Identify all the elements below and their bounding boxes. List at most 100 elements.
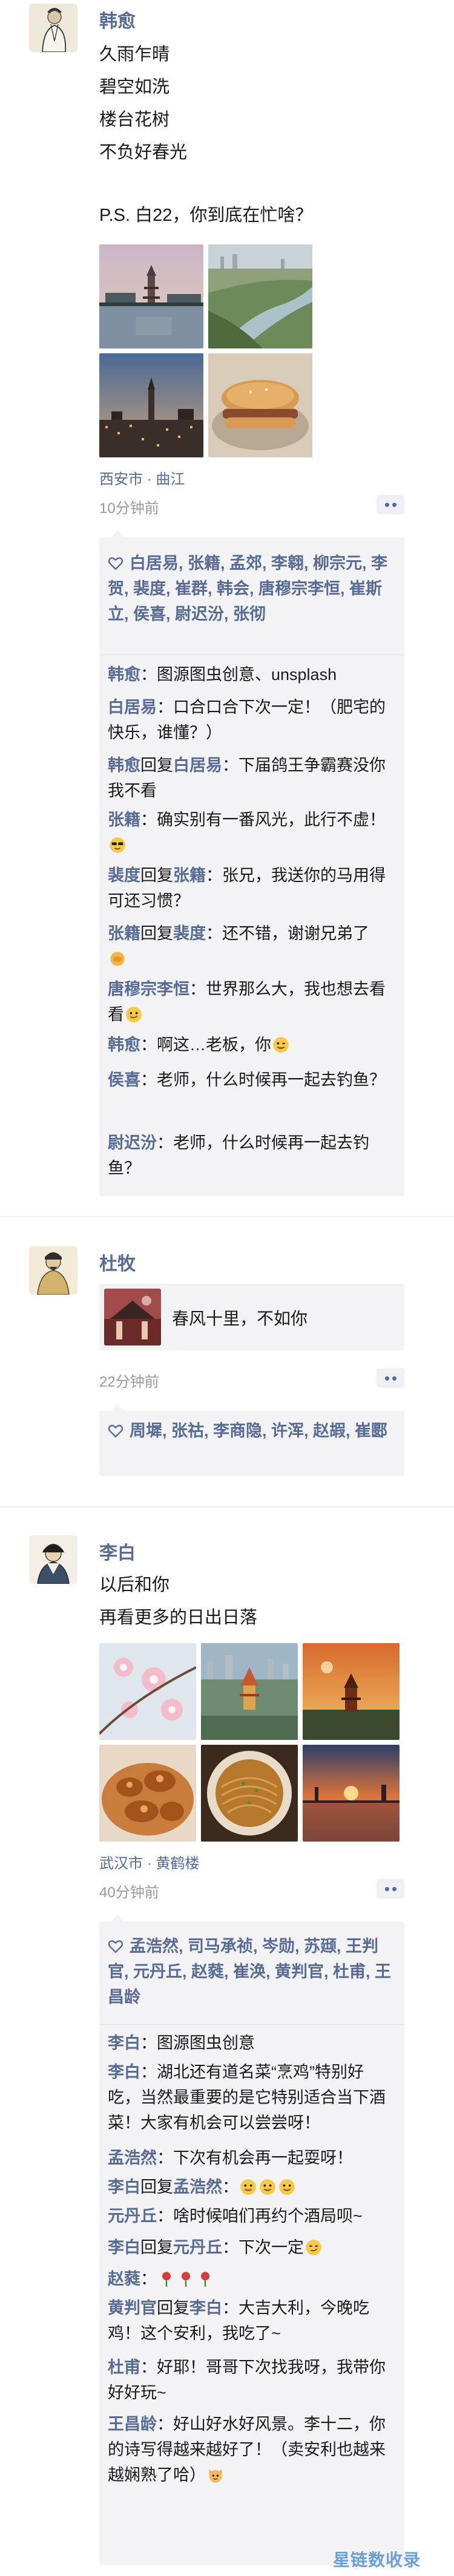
likes-list[interactable]: 周墀, 张祜, 李商隐, 许浑, 赵嘏, 崔郾 [108,1418,397,1443]
photo-river-aerial[interactable] [208,244,312,348]
post-text-line: 碧空如洗 [99,77,170,97]
location-link[interactable]: 武汉市 · 黄鹤楼 [99,1851,199,1872]
rose-icon [201,2272,209,2287]
comment-author[interactable]: 赵蕤 [108,2270,140,2288]
reply-target[interactable]: 孟浩然 [173,2178,222,2196]
post-text-line: 不负好春光 [99,143,188,162]
comment-item[interactable]: 白居易：口合口合下次一定！（肥宅的快乐，谁懂？） [108,695,396,745]
author-name[interactable]: 李白 [99,1541,136,1566]
comment-author[interactable]: 张籍 [108,811,140,829]
heart-icon [108,1940,123,1953]
interaction-panel: 周墀, 张祜, 李商隐, 许浑, 赵嘏, 崔郾 [99,1404,404,1476]
comment-author[interactable]: 李白 [108,2178,140,2196]
heart-icon [108,1425,123,1438]
comment-item[interactable]: 裴度回复张籍：张兄，我送你的马用得可还习惯？ [108,863,396,914]
likes-list[interactable]: 白居易, 张籍, 孟郊, 李翱, 柳宗元, 李贺, 裴度, 崔群, 韩会, 唐穆… [108,551,397,627]
more-actions-button[interactable] [377,1368,404,1388]
photo-tower-sunset[interactable] [303,1643,400,1740]
avatar[interactable] [29,1246,77,1295]
photo-cherry-blossom[interactable] [99,1643,196,1740]
comment-item[interactable]: 张籍回复裴度：还不错，谢谢兄弟了 [108,921,396,972]
comment-author[interactable]: 唐穆宗李恒 [108,980,189,998]
reply-target[interactable]: 裴度 [173,924,206,943]
comment-author[interactable]: 韩愈 [108,756,140,774]
comment-author[interactable]: 白居易 [108,698,157,716]
comment-text: ：图源图虫创意 [140,2034,255,2052]
rose-icon [162,2272,171,2287]
photo-hot-dry-noodles[interactable] [201,1745,298,1842]
likes-list[interactable]: 孟浩然, 司马承祯, 岑勋, 苏颋, 王判官, 元丹丘, 赵蕤, 崔涣, 黄判官… [108,1934,397,2010]
comment-item[interactable]: 李白：湖北还有道名菜“烹鸡”特别好吃，当然最重要的是它特别适合当下酒菜！大家有机… [108,2059,396,2136]
post-text-line: 再看更多的日出日落 [99,1608,258,1627]
photo-braised-chicken[interactable] [99,1745,196,1842]
comment-text: ：确实别有一番风光，此行不虚！ [140,811,386,829]
comment-item[interactable]: 韩愈：啊这…老板，你 [108,1032,396,1058]
comment-author[interactable]: 孟浩然 [108,2149,157,2167]
author-name[interactable]: 韩愈 [99,10,136,34]
photo-burger[interactable] [208,353,312,457]
interaction-panel: 白居易, 张籍, 孟郊, 李翱, 柳宗元, 李贺, 裴度, 崔群, 韩会, 唐穆… [99,530,404,1197]
likes-names[interactable]: 白居易, 张籍, 孟郊, 李翱, 柳宗元, 李贺, 裴度, 崔群, 韩会, 唐穆… [108,554,387,623]
photo-city-night[interactable] [99,353,203,457]
comment-text: ：图源图虫创意、unsplash [140,665,337,684]
comment-item[interactable]: 王昌龄：好山好水好风景。李十二，你的诗写得越来越好了！（卖安利也越来越娴熟了哈） [108,2411,396,2488]
comment-author[interactable]: 黄判官 [108,2299,157,2317]
reply-label: 回复 [140,756,173,774]
author-name[interactable]: 杜牧 [99,1252,136,1277]
comment-item[interactable]: 李白回复元丹丘：下次一定 [108,2235,396,2260]
comment-item[interactable]: 尉迟汾：老师，什么时候再一起去钓鱼？ [108,1130,396,1181]
likes-names[interactable]: 周墀, 张祜, 李商隐, 许浑, 赵嘏, 崔郾 [130,1422,387,1440]
reply-label: 回复 [140,2238,173,2257]
comment-text: ：老师，什么时候再一起去钓鱼？ [140,1071,386,1089]
comment-item[interactable]: 元丹丘：啥时候咱们再约个酒局呗~ [108,2203,396,2229]
heart-icon [108,557,123,570]
comment-text: ：湖北还有道名菜“烹鸡”特别好吃，当然最重要的是它特别适合当下酒菜！大家有机会可… [108,2063,386,2132]
comment-author[interactable]: 尉迟汾 [108,1134,157,1152]
more-actions-button[interactable] [377,1879,404,1898]
reply-label: 回复 [140,2178,173,2196]
reply-target[interactable]: 白居易 [173,756,222,774]
more-actions-button[interactable] [377,495,404,514]
likes-names[interactable]: 孟浩然, 司马承祯, 岑勋, 苏颋, 王判官, 元丹丘, 赵蕤, 崔涣, 黄判官… [108,1937,391,2006]
comment-item[interactable]: 韩愈：图源图虫创意、unsplash [108,662,396,687]
panel-divider [99,2024,404,2025]
reply-target[interactable]: 元丹丘 [173,2238,222,2257]
comment-author[interactable]: 李白 [108,2034,140,2052]
comment-item[interactable]: 韩愈回复白居易：下届鸽王争霸赛没你我不看 [108,753,396,803]
post-text-line: P.S. 白22，你到底在忙啥？ [99,206,313,225]
comment-item[interactable]: 杜甫：好耶！哥哥下次找我呀，我带你好好玩~ [108,2355,396,2405]
comment-item[interactable]: 李白回复孟浩然： [108,2174,396,2200]
avatar[interactable] [29,1535,77,1584]
location-link[interactable]: 西安市 · 曲江 [99,467,185,488]
watermark: 星链数收录 [333,2551,421,2569]
comment-item[interactable]: 唐穆宗李恒：世界那么大，我也想去看看 [108,976,396,1027]
comment-author[interactable]: 李白 [108,2063,140,2081]
comment-author[interactable]: 杜甫 [108,2358,140,2376]
comment-item[interactable]: 孟浩然：下次有机会再一起耍呀！ [108,2145,396,2171]
comment-author[interactable]: 韩愈 [108,665,140,684]
avatar[interactable] [29,4,77,52]
comment-author[interactable]: 王昌龄 [108,2415,157,2433]
comment-item[interactable]: 张籍：确实别有一番风光，此行不虚！ [108,807,396,858]
photo-pagoda-lake[interactable] [99,244,203,348]
shared-link-card[interactable]: 春风十里，不如你 [99,1284,404,1350]
comment-text: ：好耶！哥哥下次找我呀，我带你好好玩~ [108,2358,386,2402]
reply-target[interactable]: 李白 [189,2299,222,2317]
smirk-emoji-icon [126,1007,142,1022]
comment-item[interactable]: 赵蕤： [108,2266,396,2292]
comment-item[interactable]: 李白：图源图虫创意 [108,2030,396,2056]
comment-item[interactable]: 侯喜：老师，什么时候再一起去钓鱼？ [108,1067,396,1093]
reply-label: 回复 [157,2299,189,2317]
comment-author[interactable]: 侯喜 [108,1071,140,1089]
comment-author[interactable]: 元丹丘 [108,2207,157,2225]
comment-author[interactable]: 李白 [108,2238,140,2257]
comment-text: ：啥时候咱们再约个酒局呗~ [157,2207,363,2225]
comment-item[interactable]: 黄判官回复李白：大吉大利，今晚吃鸡！这个安利，我吃了~ [108,2295,396,2346]
photo-yellow-crane-tower-aerial[interactable] [201,1643,298,1740]
comment-author[interactable]: 张籍 [108,924,140,943]
comment-author[interactable]: 裴度 [108,866,140,884]
post-time: 40分钟前 [99,1885,159,1901]
reply-target[interactable]: 张籍 [173,866,206,884]
photo-river-sunset[interactable] [303,1745,400,1842]
comment-author[interactable]: 韩愈 [108,1036,140,1054]
